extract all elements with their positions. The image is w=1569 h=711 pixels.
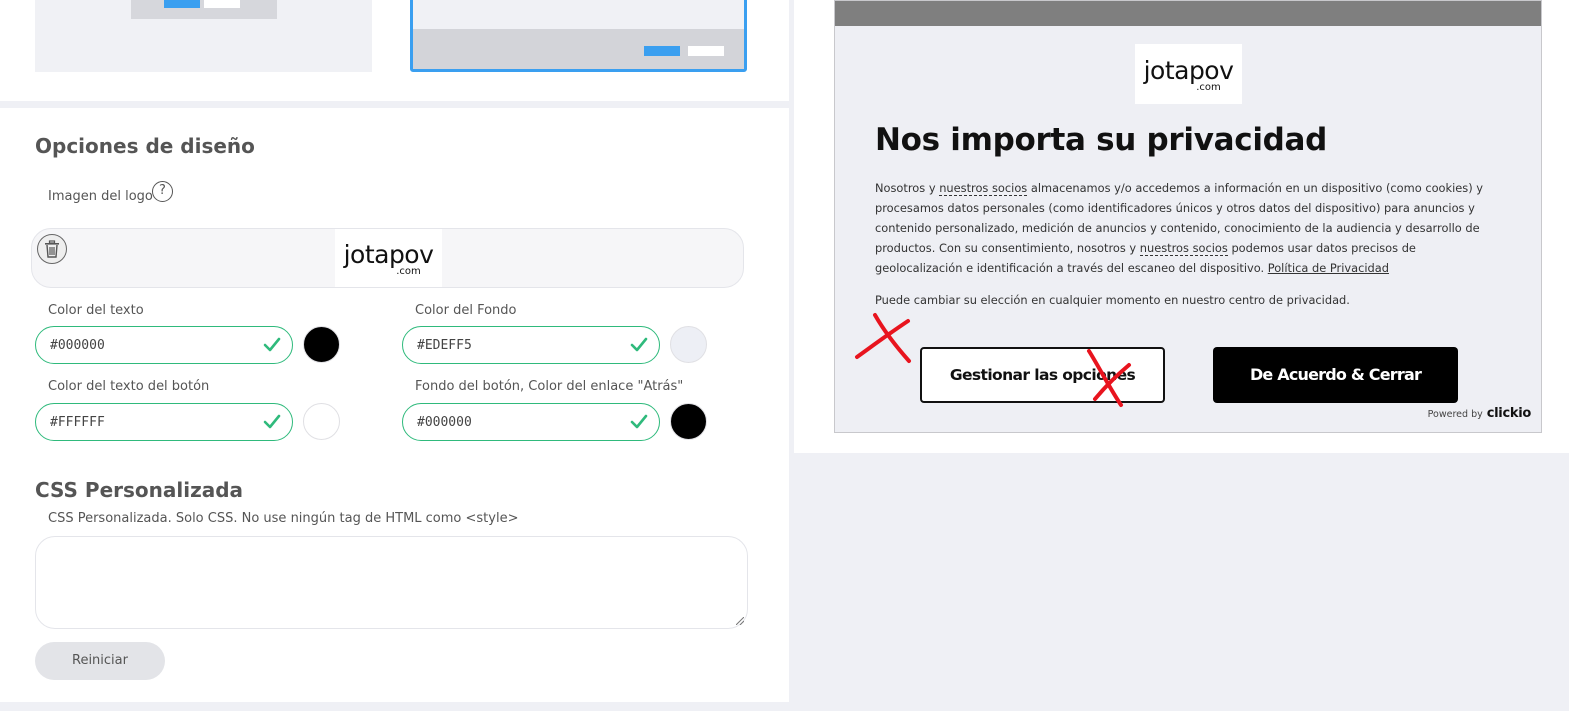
text-color-label: Color del texto	[48, 303, 144, 318]
button-text-color-swatch[interactable]	[303, 403, 340, 440]
privacy-policy-link[interactable]: Política de Privacidad	[1268, 261, 1389, 275]
partners-link[interactable]: nuestros socios	[1139, 241, 1228, 256]
thumbnail-secondary-button	[204, 0, 240, 8]
powered-by-text: Powered by	[1427, 409, 1483, 420]
logo-text: jotapov	[343, 240, 434, 269]
agree-close-button[interactable]: De Acuerdo & Cerrar	[1213, 347, 1458, 403]
thumbnail-secondary-button	[688, 46, 724, 56]
layout-option-thumbnail[interactable]	[35, 0, 372, 72]
section-title-design: Opciones de diseño	[35, 134, 255, 158]
button-text-color-value: #FFFFFF	[50, 415, 105, 430]
check-icon	[630, 414, 648, 429]
annotation-x-icon	[1087, 349, 1131, 407]
bg-color-swatch[interactable]	[670, 326, 707, 363]
button-text-color-label: Color del texto del botón	[48, 379, 210, 394]
logo-subtext: .com	[396, 266, 421, 277]
resize-handle-icon[interactable]	[736, 617, 744, 625]
check-icon	[263, 337, 281, 352]
help-icon[interactable]: ?	[152, 181, 173, 202]
button-bg-color-input[interactable]: #000000	[402, 403, 660, 441]
button-bg-color-value: #000000	[417, 415, 472, 430]
logo-subtext: .com	[1196, 82, 1221, 93]
powered-by: Powered by clickio	[1427, 406, 1532, 421]
preview-change-choice-text: Puede cambiar su elección en cualquier m…	[875, 293, 1350, 307]
layout-option-thumbnail-selected[interactable]	[410, 0, 747, 72]
button-bg-color-label: Fondo del botón, Color del enlace "Atrás…	[415, 379, 684, 394]
logo-text: jotapov	[1143, 56, 1234, 85]
preview-logo: jotapov .com	[1135, 44, 1242, 104]
section-title-custom-css: CSS Personalizada	[35, 478, 244, 502]
partners-link[interactable]: nuestros socios	[939, 181, 1028, 196]
trash-icon[interactable]	[37, 234, 67, 264]
consent-banner-preview: jotapov .com Nos importa su privacidad N…	[834, 0, 1542, 433]
custom-css-textarea[interactable]	[35, 536, 748, 629]
bg-color-value: #EDEFF5	[417, 338, 472, 353]
preview-description: Nosotros y nuestros socios almacenamos y…	[875, 178, 1505, 278]
reset-button[interactable]: Reiniciar	[35, 642, 165, 680]
text-color-input[interactable]: #000000	[35, 326, 293, 364]
custom-css-label: CSS Personalizada. Solo CSS. No use ning…	[48, 511, 519, 526]
thumbnail-primary-button	[164, 0, 200, 8]
logo-upload-field[interactable]: jotapov .com	[31, 228, 744, 288]
text-color-swatch[interactable]	[303, 326, 340, 363]
check-icon	[263, 414, 281, 429]
logo-image: jotapov .com	[335, 229, 442, 287]
text-color-value: #000000	[50, 338, 105, 353]
layout-options-panel	[0, 0, 789, 101]
brand-logo: clickio	[1486, 406, 1532, 421]
thumbnail-primary-button	[644, 46, 680, 56]
design-options-panel: Opciones de diseño Imagen del logo ? jot…	[0, 108, 789, 702]
bg-color-input[interactable]: #EDEFF5	[402, 326, 660, 364]
consent-preview-panel: jotapov .com Nos importa su privacidad N…	[794, 0, 1569, 453]
bg-color-label: Color del Fondo	[415, 303, 517, 318]
thumbnail-bar	[131, 0, 277, 19]
description-text: Nosotros y	[875, 181, 940, 195]
button-bg-color-swatch[interactable]	[670, 403, 707, 440]
logo-image-label: Imagen del logo	[48, 189, 153, 204]
preview-top-bar	[835, 1, 1541, 26]
preview-title: Nos importa su privacidad	[875, 122, 1328, 158]
annotation-x-icon	[855, 313, 911, 363]
button-text-color-input[interactable]: #FFFFFF	[35, 403, 293, 441]
check-icon	[630, 337, 648, 352]
